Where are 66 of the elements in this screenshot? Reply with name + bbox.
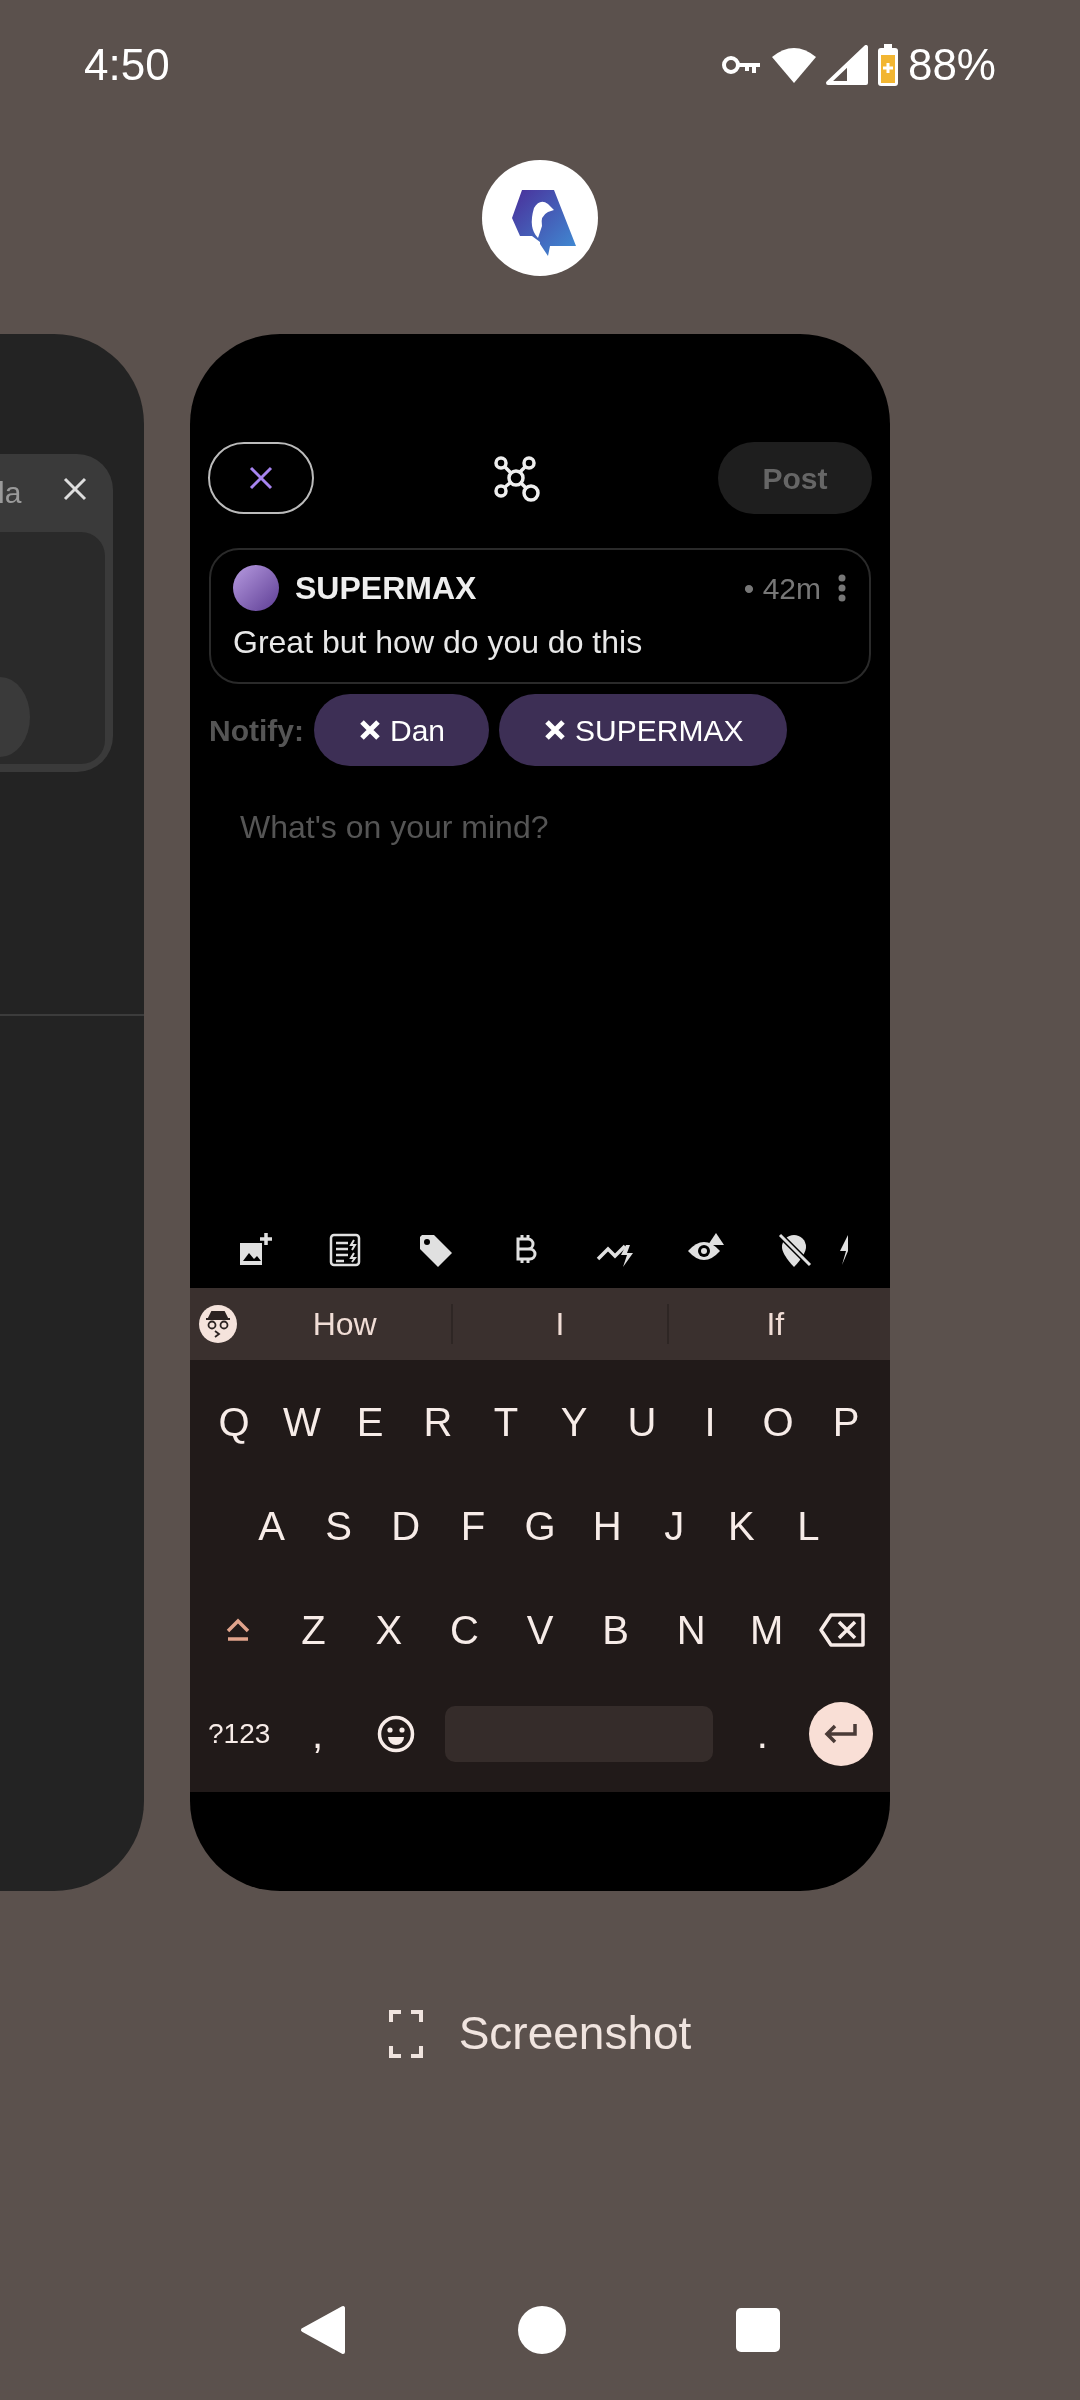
key[interactable]: L	[774, 1474, 842, 1578]
notify-label: Notify:	[209, 712, 304, 749]
remove-icon	[358, 718, 382, 742]
mention-chip[interactable]: Dan	[314, 694, 490, 766]
home-icon[interactable]	[517, 2305, 567, 2355]
mention-chip[interactable]: SUPERMAX	[499, 694, 788, 766]
key[interactable]: K	[707, 1474, 775, 1578]
key[interactable]: Y	[540, 1370, 608, 1474]
suggestion-word[interactable]: How	[238, 1300, 452, 1348]
key[interactable]: .	[723, 1682, 802, 1786]
key[interactable]: B	[577, 1578, 654, 1682]
screenshot-icon[interactable]	[388, 2009, 423, 2058]
symbols-key[interactable]: ?123	[200, 1682, 279, 1786]
suggestion-word[interactable]: I	[453, 1300, 667, 1348]
backspace-key[interactable]	[819, 1613, 866, 1647]
emoji-key[interactable]	[377, 1715, 415, 1753]
key[interactable]: V	[502, 1578, 578, 1682]
key[interactable]: G	[506, 1474, 574, 1578]
location-off-icon[interactable]	[776, 1231, 814, 1269]
wifi-icon	[769, 45, 818, 85]
cancel-button[interactable]	[208, 442, 314, 514]
key[interactable]: F	[439, 1474, 507, 1578]
suggestion-word[interactable]: If	[668, 1300, 882, 1348]
key[interactable]: D	[372, 1474, 440, 1578]
app-window-preview[interactable]: la	[0, 454, 113, 772]
close-icon[interactable]	[62, 476, 88, 502]
key[interactable]: N	[653, 1578, 729, 1682]
key[interactable]: C	[426, 1578, 503, 1682]
key[interactable]: Z	[275, 1578, 352, 1682]
lightning-icon[interactable]	[840, 1235, 848, 1265]
key[interactable]: U	[608, 1370, 676, 1474]
signal-icon	[825, 45, 868, 85]
key[interactable]: W	[268, 1370, 336, 1474]
network-icon[interactable]	[492, 454, 540, 502]
key-icon	[721, 53, 762, 77]
key[interactable]: Q	[200, 1370, 268, 1474]
window-title: la	[0, 475, 22, 511]
key[interactable]: I	[676, 1370, 744, 1474]
post-input-field[interactable]: What's on your mind?	[238, 802, 838, 852]
key[interactable]: M	[728, 1578, 805, 1682]
battery-icon	[875, 43, 900, 87]
incognito-icon[interactable]	[198, 1304, 238, 1344]
key[interactable]: E	[336, 1370, 404, 1474]
key[interactable]: T	[472, 1370, 540, 1474]
key[interactable]: O	[744, 1370, 812, 1474]
key[interactable]: R	[404, 1370, 472, 1474]
app-card[interactable]: Post SUPERMAX • 42m Great but how do you do this Notify: Dan SUPERMAX What's on your mind? How I If Q W E R T Y U I O P A S D F G H J K L Z X C V B N M ?123 , .	[190, 334, 890, 1891]
key[interactable]: A	[238, 1474, 306, 1578]
battery-percent: 88%	[907, 39, 996, 91]
enter-arrow-icon	[822, 1722, 859, 1746]
screenshot-button[interactable]: Screenshot	[458, 1999, 692, 2068]
avatar	[233, 565, 279, 611]
clock-time: 4:50	[84, 39, 170, 91]
key[interactable]: X	[351, 1578, 427, 1682]
key[interactable]: ,	[278, 1682, 357, 1786]
author-name: SUPERMAX	[295, 569, 477, 608]
key[interactable]: S	[305, 1474, 373, 1578]
key[interactable]: J	[640, 1474, 708, 1578]
note-time: • 42m	[743, 570, 821, 607]
key[interactable]: P	[812, 1370, 880, 1474]
remove-icon	[543, 718, 568, 742]
note-text: Great but how do you do this	[233, 623, 644, 662]
recents-icon[interactable]	[735, 2307, 781, 2353]
more-icon[interactable]	[837, 573, 847, 603]
close-icon	[248, 465, 274, 491]
key[interactable]: H	[573, 1474, 641, 1578]
